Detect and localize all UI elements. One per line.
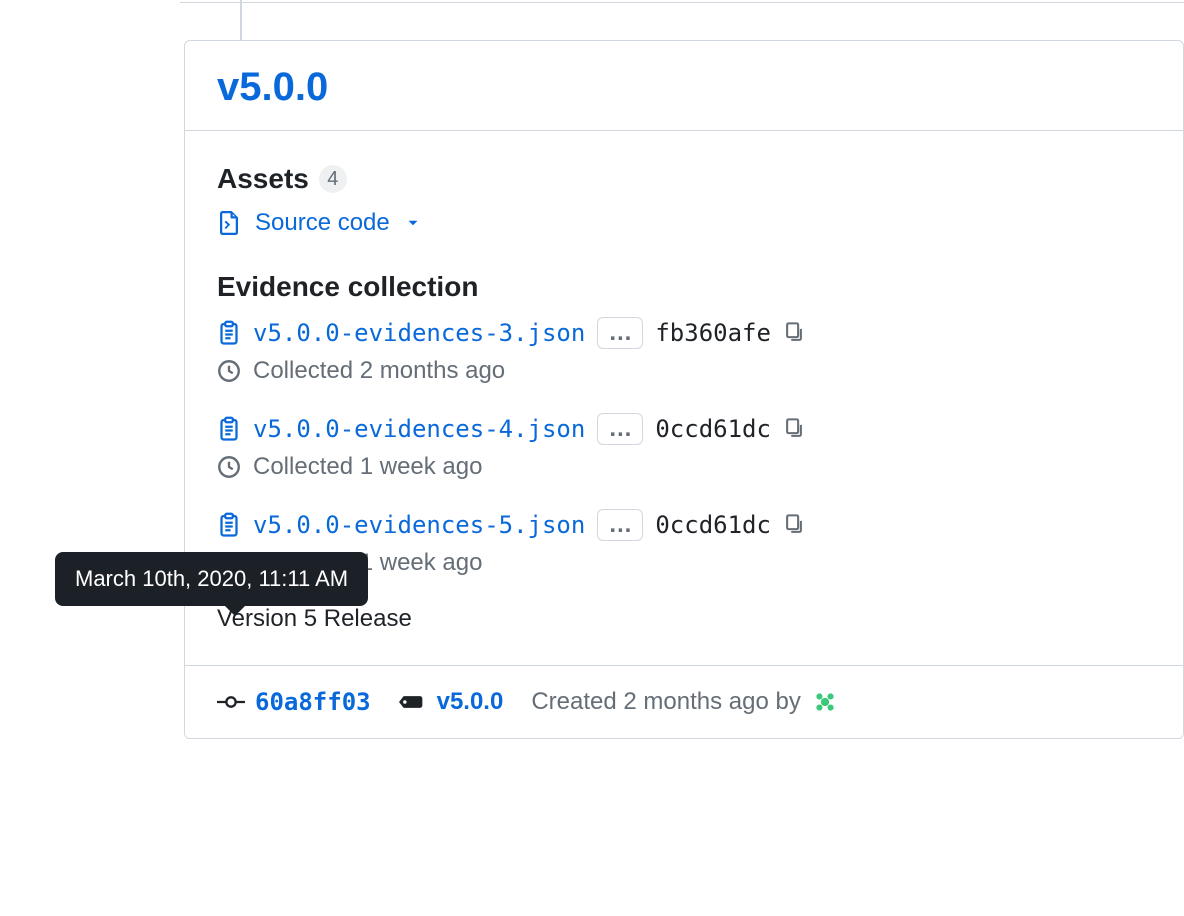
clock-icon: [217, 455, 241, 479]
clipboard-icon: [217, 415, 241, 443]
clipboard-icon: [217, 319, 241, 347]
assets-count-badge: 4: [319, 165, 347, 193]
commit-icon: [217, 692, 245, 712]
avatar[interactable]: [811, 688, 839, 716]
assets-label: Assets: [217, 163, 309, 195]
copy-icon[interactable]: [783, 512, 805, 538]
divider: [180, 2, 1184, 3]
release-card: v5.0.0 Assets 4 Source code Evidence col…: [184, 40, 1184, 739]
evidence-collected-text: Collected 2 months ago: [253, 357, 505, 385]
timeline-connector: [240, 0, 242, 40]
copy-icon[interactable]: [783, 320, 805, 346]
release-footer: 60a8ff03 v5.0.0 Created 2 months ago by: [185, 665, 1183, 738]
tag-icon: [399, 692, 427, 712]
clock-icon: [217, 359, 241, 383]
ellipsis-button[interactable]: …: [597, 317, 643, 349]
evidence-item: v5.0.0-evidences-4.json … 0ccd61dc Colle…: [217, 413, 1151, 481]
evidence-filename-link[interactable]: v5.0.0-evidences-3.json: [253, 319, 585, 347]
chevron-down-icon: [404, 214, 422, 232]
evidence-label: Evidence collection: [217, 271, 478, 303]
release-title-link[interactable]: v5.0.0: [217, 65, 328, 109]
release-notes: Version 5 Release: [217, 605, 1151, 633]
assets-heading: Assets 4: [217, 163, 1151, 195]
copy-icon[interactable]: [783, 416, 805, 442]
evidence-filename-link[interactable]: v5.0.0-evidences-4.json: [253, 415, 585, 443]
file-icon: [217, 209, 241, 237]
evidence-hash: 0ccd61dc: [655, 415, 771, 443]
commit-group: 60a8ff03: [217, 688, 371, 716]
created-group: Created 2 months ago by: [531, 688, 839, 716]
ellipsis-button[interactable]: …: [597, 413, 643, 445]
tag-link[interactable]: v5.0.0: [437, 688, 504, 716]
created-text: Created 2 months ago by: [531, 688, 801, 716]
evidence-item: v5.0.0-evidences-3.json … fb360afe Colle…: [217, 317, 1151, 385]
evidence-heading: Evidence collection: [217, 271, 1151, 303]
ellipsis-button[interactable]: …: [597, 509, 643, 541]
evidence-hash: fb360afe: [655, 319, 771, 347]
timestamp-tooltip: March 10th, 2020, 11:11 AM: [55, 552, 368, 606]
evidence-filename-link[interactable]: v5.0.0-evidences-5.json: [253, 511, 585, 539]
evidence-collected-text: Collected 1 week ago: [253, 453, 482, 481]
clipboard-icon: [217, 511, 241, 539]
source-code-row[interactable]: Source code: [217, 209, 1151, 237]
release-header: v5.0.0: [185, 41, 1183, 131]
source-code-link[interactable]: Source code: [255, 209, 390, 237]
tag-group: v5.0.0: [399, 688, 504, 716]
commit-link[interactable]: 60a8ff03: [255, 688, 371, 716]
evidence-hash: 0ccd61dc: [655, 511, 771, 539]
